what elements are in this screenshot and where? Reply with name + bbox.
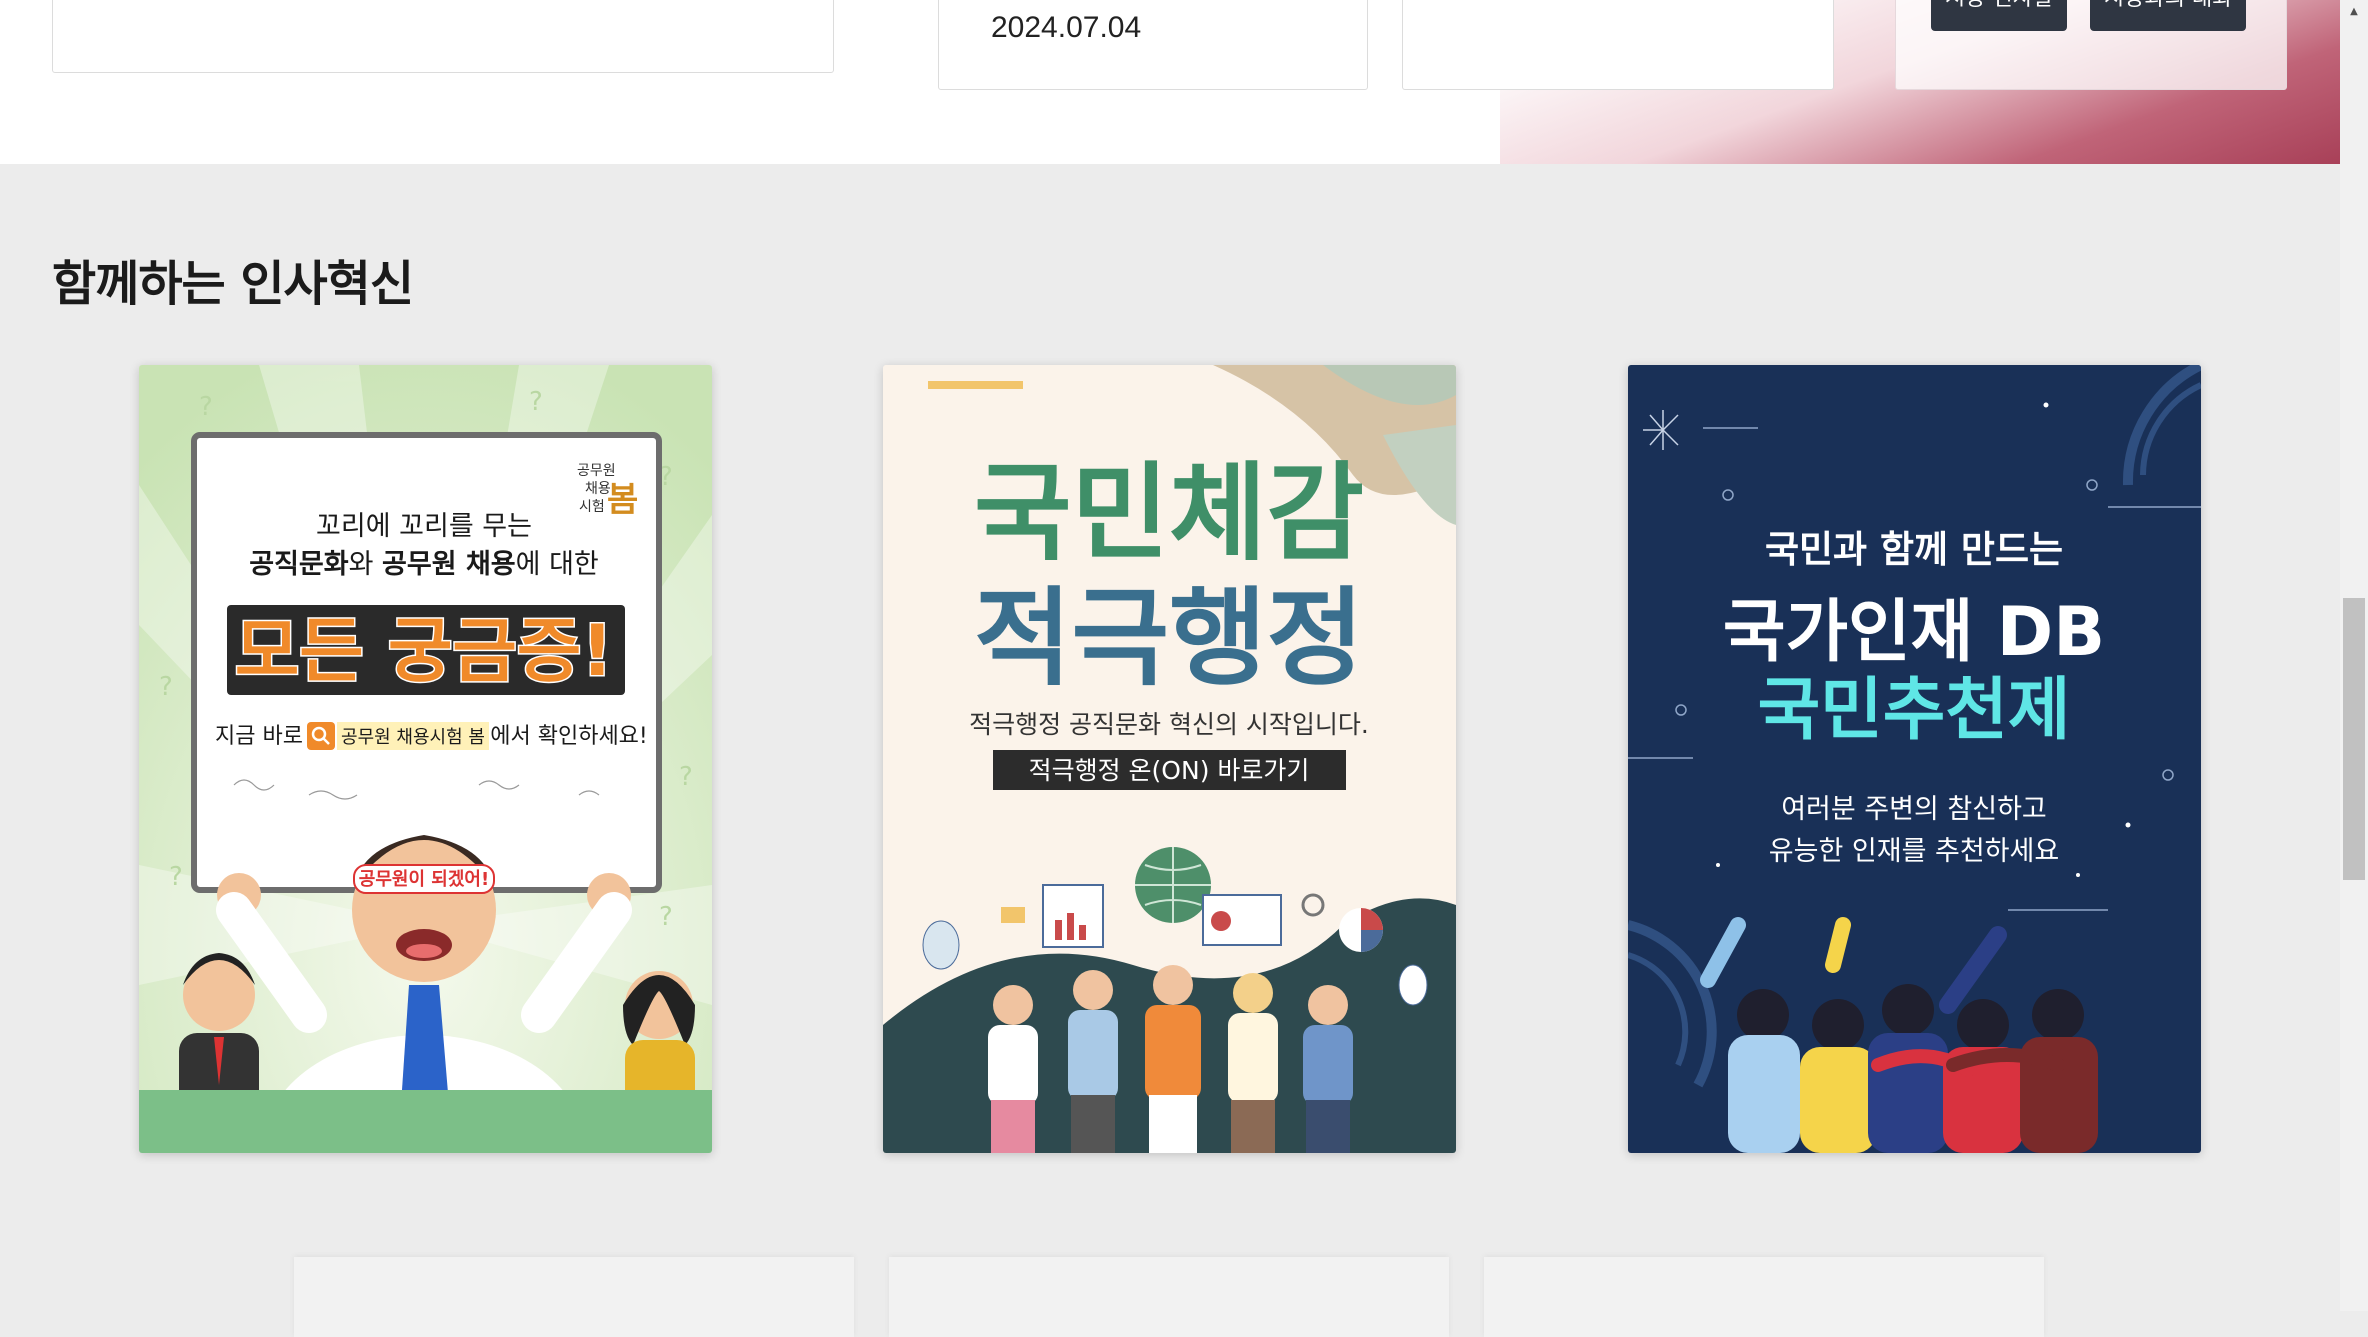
banner3-line1: 국민과 함께 만드는: [1765, 528, 2063, 571]
banner-active-administration[interactable]: 국민체감 적극행정 적극행정 공직문화 혁신의 시작입니다. 적극행정 온(ON…: [883, 365, 1456, 1153]
scroll-up-arrow-icon[interactable]: ▲: [2340, 0, 2368, 22]
banner-national-talent-db-art: 국민과 함께 만드는 국가인재 DB 국민추천제 여러분 주변의 참신하고 유능…: [1628, 365, 2201, 1153]
banner1-headband: 공무원이 되겠어!: [359, 869, 489, 890]
banner2-subtitle: 적극행정 공직문화 혁신의 시작입니다.: [969, 710, 1369, 739]
banner3-line2: 국가인재 DB: [1723, 593, 2105, 672]
svg-text:?: ?: [679, 762, 693, 792]
banner-recruitment-exam[interactable]: ??? ???? 공무원 채용 시험 봄 꼬리에 꼬리를 무는 공직문화와 공무…: [139, 365, 712, 1153]
banner2-button: 적극행정 온(ON) 바로가기: [1029, 756, 1310, 785]
banner1-cta-pre: 지금 바로: [215, 724, 303, 749]
banner1-logo-line1: 공무원: [577, 463, 616, 479]
svg-text:?: ?: [529, 387, 543, 417]
banner1-logo-mark: 봄: [607, 480, 638, 520]
svg-text:?: ?: [659, 902, 673, 932]
slider-controls-box: [52, 0, 834, 73]
mayor-box: 시장 인사말 시장과의 대화: [1895, 0, 2287, 90]
banner-recruitment-exam-art: ??? ???? 공무원 채용 시험 봄 꼬리에 꼬리를 무는 공직문화와 공무…: [139, 365, 712, 1153]
banner-national-talent-db[interactable]: 국민과 함께 만드는 국가인재 DB 국민추천제 여러분 주변의 참신하고 유능…: [1628, 365, 2201, 1153]
quick-link-card[interactable]: [294, 1257, 854, 1337]
banner1-line1: 꼬리에 꼬리를 무는: [316, 511, 532, 542]
banner1-cta-post: 에서 확인하세요!: [490, 724, 648, 749]
banner3-desc2: 유능한 인재를 추천하세요: [1769, 836, 2059, 867]
top-section: 2024.07.04 시장 인사말 시장과의 대화: [0, 0, 2340, 164]
svg-text:?: ?: [169, 862, 183, 892]
banner1-headline: 모든 궁금증!: [235, 610, 613, 692]
banner2-headline2: 적극행정: [974, 577, 1364, 700]
banner2-headline1: 국민체감: [974, 452, 1364, 575]
news-card-empty[interactable]: [1402, 0, 1834, 90]
news-card[interactable]: 2024.07.04: [938, 0, 1368, 90]
banner1-line2: 공직문화와 공무원 채용에 대한: [249, 549, 599, 580]
page-scrollbar[interactable]: ▲: [2340, 0, 2368, 1311]
banner1-cta-tag: 공무원 채용시험 봄: [341, 727, 485, 748]
news-date: 2024.07.04: [991, 11, 1142, 44]
quick-link-card[interactable]: [889, 1257, 1449, 1337]
quick-link-card[interactable]: [1484, 1257, 2044, 1337]
svg-text:?: ?: [199, 392, 213, 422]
banner3-line3: 국민추천제: [1758, 671, 2071, 750]
banner1-logo-line3: 시험: [579, 499, 605, 515]
banner3-desc1: 여러분 주변의 참신하고: [1781, 794, 2047, 825]
scrollbar-thumb[interactable]: [2343, 598, 2365, 880]
mayor-dialogue-button[interactable]: 시장과의 대화: [2090, 0, 2247, 31]
section-title: 함께하는 인사혁신: [52, 256, 414, 312]
svg-text:?: ?: [159, 672, 173, 702]
banner-active-administration-art: 국민체감 적극행정 적극행정 공직문화 혁신의 시작입니다. 적극행정 온(ON…: [883, 365, 1456, 1153]
mayor-greeting-button[interactable]: 시장 인사말: [1931, 0, 2068, 31]
